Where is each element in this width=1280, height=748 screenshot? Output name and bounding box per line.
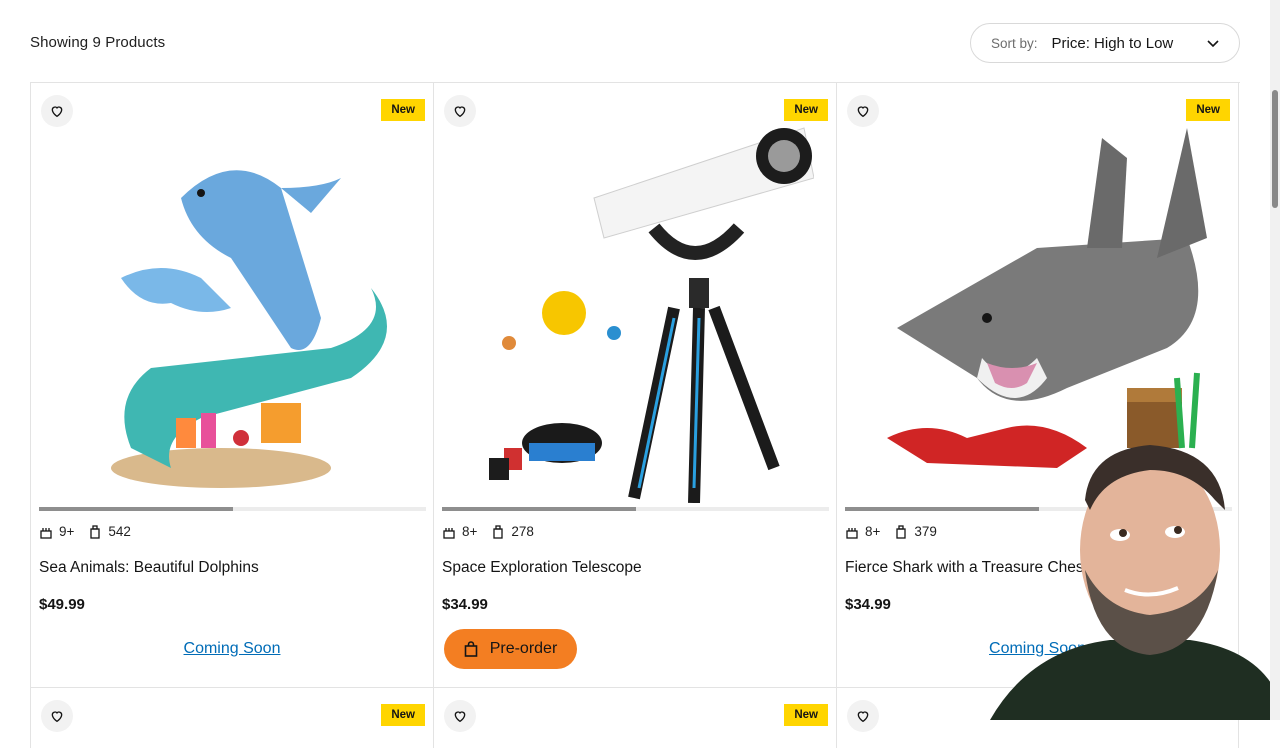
pre-order-button[interactable]: Pre-order (444, 629, 577, 669)
heart-icon (51, 106, 63, 118)
wishlist-button[interactable] (847, 95, 879, 127)
wishlist-button[interactable] (444, 700, 476, 732)
heart-icon (454, 711, 466, 723)
new-badge: New (784, 704, 828, 726)
cake-icon (443, 527, 455, 539)
brick-icon (896, 524, 907, 539)
product-card[interactable]: New 8+ (433, 83, 836, 688)
age-rating: 8+ (462, 524, 478, 539)
piece-count: 278 (511, 524, 534, 539)
shopping-bag-icon (464, 641, 478, 657)
sort-dropdown[interactable]: Sort by: Price: High to Low (970, 23, 1240, 63)
pre-order-label: Pre-order (489, 640, 558, 657)
product-image[interactable] (81, 118, 411, 503)
product-title[interactable]: Sea Animals: Beautiful Dolphins (39, 559, 259, 577)
brick-icon (493, 524, 504, 539)
heart-icon (454, 106, 466, 118)
heart-icon (857, 711, 869, 723)
piece-count: 542 (108, 524, 131, 539)
new-badge: New (381, 704, 425, 726)
product-price: $34.99 (442, 596, 488, 613)
product-card[interactable]: New (433, 688, 836, 748)
product-image[interactable] (484, 118, 814, 503)
age-rating: 9+ (59, 524, 75, 539)
piece-count: 379 (914, 524, 937, 539)
sort-label: Sort by: (991, 35, 1038, 51)
product-price: $34.99 (845, 596, 891, 613)
image-carousel-progress (39, 507, 426, 511)
coming-soon-link[interactable]: Coming Soon (31, 640, 433, 658)
webcam-overlay (990, 445, 1280, 720)
image-carousel-progress (442, 507, 829, 511)
wishlist-button[interactable] (444, 95, 476, 127)
wishlist-button[interactable] (847, 700, 879, 732)
product-card[interactable]: New (30, 688, 433, 748)
page-scrollbar[interactable] (1270, 0, 1280, 720)
product-meta: 8+ 278 (442, 524, 534, 539)
product-card[interactable]: New 9+ 542 Sea Animals: Beautiful Dolphi… (30, 83, 433, 688)
chevron-down-icon (1207, 40, 1219, 48)
heart-icon (51, 711, 63, 723)
product-title[interactable]: Space Exploration Telescope (442, 559, 642, 577)
wishlist-button[interactable] (41, 700, 73, 732)
product-meta: 8+ 379 (845, 524, 937, 539)
wishlist-button[interactable] (41, 95, 73, 127)
product-price: $49.99 (39, 596, 85, 613)
cake-icon (846, 527, 858, 539)
product-count: Showing 9 Products (30, 34, 166, 51)
results-toolbar: Showing 9 Products Sort by: Price: High … (0, 0, 1270, 84)
age-rating: 8+ (865, 524, 881, 539)
heart-icon (857, 106, 869, 118)
scrollbar-thumb[interactable] (1272, 90, 1278, 208)
product-meta: 9+ 542 (39, 524, 131, 539)
cake-icon (40, 527, 52, 539)
sort-value: Price: High to Low (1051, 34, 1174, 52)
brick-icon (90, 524, 101, 539)
